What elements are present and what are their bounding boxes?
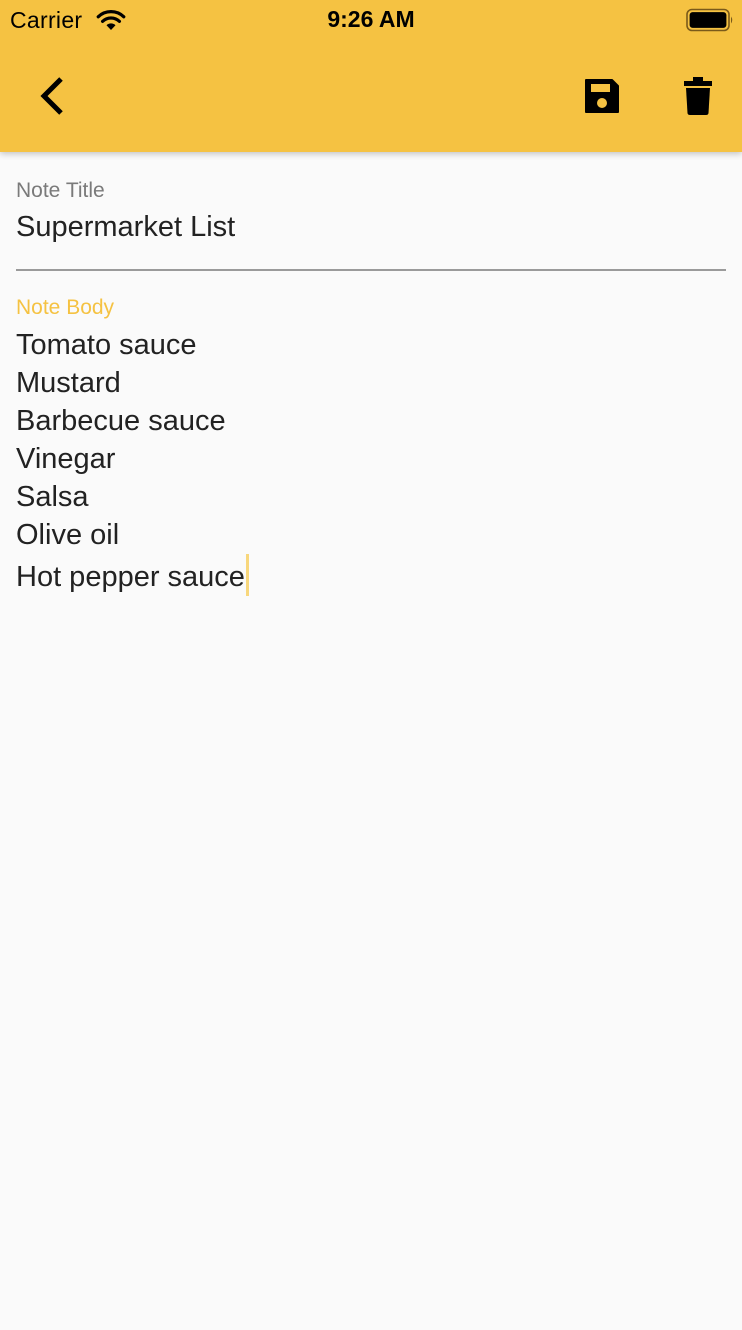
note-title-field[interactable]: Note Title Supermarket List xyxy=(16,177,726,245)
status-time: 9:26 AM xyxy=(327,6,415,32)
back-button[interactable] xyxy=(22,66,82,126)
delete-button[interactable] xyxy=(668,66,728,126)
note-body-line-text: Hot pepper sauce xyxy=(16,561,245,593)
note-body-input[interactable]: Tomato sauce Mustard Barbecue sauce Vine… xyxy=(16,326,726,596)
note-editor: Note Title Supermarket List Note Body To… xyxy=(0,152,742,1330)
text-cursor xyxy=(245,554,249,596)
note-body-line: Mustard xyxy=(16,367,121,399)
note-body-line: Barbecue sauce xyxy=(16,405,226,437)
note-body-line: Vinegar xyxy=(16,443,116,475)
battery-icon xyxy=(686,8,733,32)
note-body-line: Salsa xyxy=(16,481,89,513)
note-title-input[interactable]: Supermarket List xyxy=(16,209,726,245)
note-body-line: Tomato sauce xyxy=(16,329,197,361)
trash-icon xyxy=(684,77,712,115)
chevron-left-icon xyxy=(40,77,63,115)
save-icon xyxy=(585,79,619,113)
note-title-label: Note Title xyxy=(16,179,105,202)
save-button[interactable] xyxy=(572,66,632,126)
title-underline xyxy=(16,269,726,271)
status-bar: Carrier 9:26 AM xyxy=(0,0,742,40)
note-body-label: Note Body xyxy=(16,296,115,319)
note-body-field[interactable]: Note Body Tomato sauce Mustard Barbecue … xyxy=(16,294,726,596)
note-body-line: Olive oil xyxy=(16,519,120,551)
app-bar: Carrier 9:26 AM xyxy=(0,0,742,152)
note-body-line-last: Hot pepper sauce xyxy=(16,554,726,596)
